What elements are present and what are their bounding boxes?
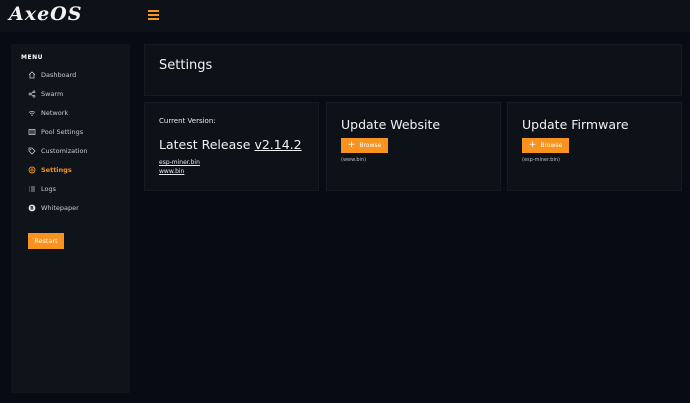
esp-miner-bin-link[interactable]: esp-miner.bin [159,159,200,166]
browse-label: Browse [359,142,382,149]
latest-release: Latest Release v2.14.2 [159,137,302,152]
website-browse-button[interactable]: + Browse [341,138,388,153]
sidebar-item-dashboard[interactable]: Dashboard [28,69,76,81]
sidebar-item-label: Dashboard [41,71,77,79]
sidebar-item-label: Network [41,109,69,117]
sidebar-item-label: Swarm [41,90,64,98]
latest-release-version-link[interactable]: v2.14.2 [254,137,301,152]
firmware-browse-button[interactable]: + Browse [522,138,569,153]
firmware-file-hint: (esp-miner.bin) [522,157,560,163]
menu-title: MENU [21,54,43,61]
plus-icon: + [347,140,356,150]
sidebar-item-label: Logs [41,185,56,193]
sidebar-item-swarm[interactable]: Swarm [28,88,63,100]
sidebar: MENU Dashboard Swarm Network Pool Settin… [11,44,130,393]
sidebar-item-label: Pool Settings [41,128,84,136]
home-icon [28,71,36,79]
server-icon [28,128,36,136]
sidebar-item-label: Whitepaper [41,204,79,212]
sidebar-item-label: Settings [41,166,72,174]
browse-label: Browse [540,142,563,149]
sidebar-item-pool-settings[interactable]: Pool Settings [28,126,83,138]
settings-header-panel: Settings [144,44,682,96]
sidebar-item-settings[interactable]: Settings [28,164,72,176]
update-website-panel: Update Website + Browse (www.bin) [326,102,501,191]
top-bar: AxeOS [0,0,690,32]
latest-release-prefix: Latest Release [159,137,251,152]
wifi-icon [28,109,36,117]
app-logo: AxeOS [9,3,83,25]
sidebar-item-whitepaper[interactable]: B Whitepaper [28,202,79,214]
bitcoin-icon: B [28,204,36,212]
restart-button[interactable]: Restart [28,233,64,249]
www-bin-link[interactable]: www.bin [159,168,184,175]
page-title: Settings [159,58,213,73]
website-file-hint: (www.bin) [341,157,367,163]
sidebar-item-customization[interactable]: Customization [28,145,88,157]
update-firmware-panel: Update Firmware + Browse (esp-miner.bin) [507,102,682,191]
share-icon [28,90,36,98]
plus-icon: + [528,140,537,150]
svg-text:B: B [30,206,34,212]
sidebar-item-network[interactable]: Network [28,107,68,119]
current-version-label: Current Version: [159,117,216,125]
gear-icon [28,166,36,174]
list-icon [28,185,36,193]
sidebar-item-label: Customization [41,147,88,155]
update-firmware-title: Update Firmware [522,117,629,132]
current-version-panel: Current Version: Latest Release v2.14.2 … [144,102,319,191]
hamburger-menu-icon[interactable] [148,10,159,20]
tag-icon [28,147,36,155]
sidebar-item-logs[interactable]: Logs [28,183,56,195]
update-website-title: Update Website [341,117,441,132]
